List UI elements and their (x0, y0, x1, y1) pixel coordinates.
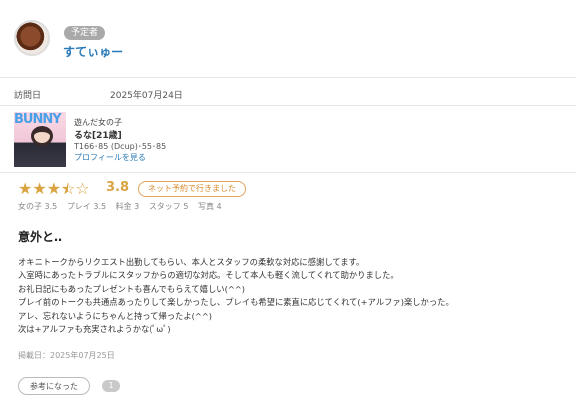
sub-score-play: プレイ 3.5 (66, 202, 107, 211)
visit-date-label: 訪問日 (14, 91, 42, 101)
review-body: オキニトークからリクエスト出勤してもらい、本人とスタッフの柔軟な対応に感謝してま… (18, 256, 558, 336)
divider (0, 105, 576, 106)
rating-score: 3.8 (106, 180, 130, 195)
review-line: 入室時にあったトラブルにスタッフからの適切な対応。そして本人も軽く流してくれて助… (18, 270, 399, 281)
reviewer-name[interactable]: すてぃゅー (63, 43, 123, 60)
star-full-icon: ★ (32, 179, 47, 198)
review-title: 意外と‥ (18, 230, 63, 244)
posted-date: 掲載日：2025年07月25日 (18, 351, 115, 360)
star-half-icon: ☆ ★ (61, 179, 76, 198)
visit-date-value: 2025年07月24日 (110, 91, 183, 101)
star-rating: ★★★☆ ★ ☆ (18, 179, 90, 198)
sub-score-girl: 女の子 3.5 (18, 202, 58, 211)
sub-score-staff: スタッフ 5 (148, 202, 189, 211)
review-line: 次は+アルファも充実されようかな(ﾟωﾟ) (18, 324, 171, 335)
girl-face-image (31, 126, 53, 146)
net-reservation-badge: ネット予約で行きました (138, 181, 246, 197)
reviewer-header: 予定者 すてぃゅー (14, 20, 562, 64)
girl-label: 遊んだ女の子 (74, 118, 122, 127)
review-line: お礼日記にもあったプレゼントも喜んでもらえて嬉しい(^^) (18, 283, 245, 294)
star-full-icon: ★ (46, 179, 62, 198)
reviewer-badge: 予定者 (64, 26, 106, 40)
star-empty-icon: ☆ (75, 179, 90, 198)
photo-watermark: BUNNY (14, 112, 62, 127)
helpful-count-badge: 1 (102, 380, 120, 392)
girl-name[interactable]: るな[21歳] (74, 128, 122, 141)
review-line: アレ、忘れないようにちゃんと持って帰ったよ(^^) (18, 310, 213, 321)
girl-photo[interactable]: BUNNY (14, 112, 66, 167)
sub-score-price: 料金 3 (115, 202, 140, 211)
review-card: 予定者 すてぃゅー 訪問日 2025年07月24日 BUNNY 遊んだ女の子 る… (0, 0, 576, 412)
divider (0, 77, 576, 78)
review-line: プレイ前のトークも共通点あったりして楽しかったし、プレイも希望に素直に応じてくれ… (18, 297, 454, 308)
avatar[interactable] (14, 20, 50, 56)
divider (0, 172, 576, 173)
profile-link[interactable]: プロフィールを見る (74, 152, 146, 163)
review-line: オキニトークからリクエスト出勤してもらい、本人とスタッフの柔軟な対応に感謝してま… (18, 257, 365, 267)
sub-scores: 女の子 3.5 プレイ 3.5 料金 3 スタッフ 5 写真 4 (18, 201, 229, 212)
star-full-icon: ★ (18, 179, 33, 198)
girl-stats: T166･85 (Dcup)･55･85 (74, 142, 167, 151)
helpful-button[interactable]: 参考になった (18, 377, 90, 395)
sub-score-photo: 写真 4 (198, 202, 222, 211)
